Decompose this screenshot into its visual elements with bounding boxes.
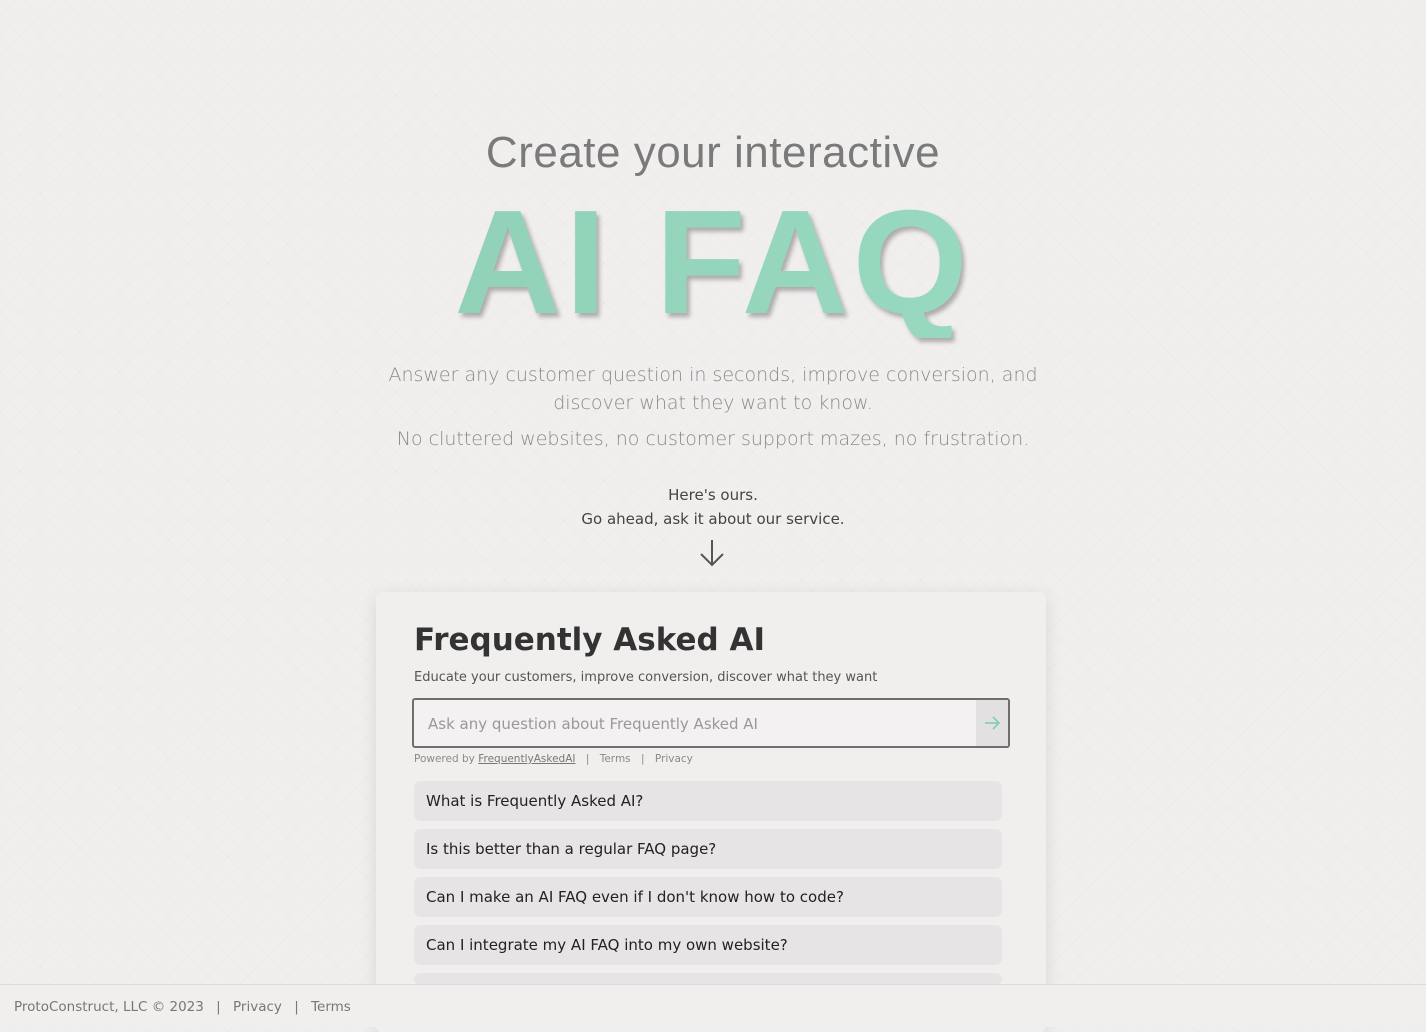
page-footer: ProtoConstruct, LLC © 2023 | Privacy | T… — [0, 984, 1426, 1027]
arrow-right-icon — [985, 716, 1001, 730]
demo-prompt-line-2: Go ahead, ask it about our service. — [581, 510, 845, 528]
separator: | — [216, 999, 221, 1015]
arrow-down-icon — [697, 537, 727, 569]
faq-question-item[interactable]: Is this better than a regular FAQ page? — [414, 829, 1002, 869]
faq-question-item[interactable]: What is Frequently Asked AI? — [414, 781, 1002, 821]
question-search-box — [412, 698, 1010, 748]
separator: | — [640, 753, 645, 765]
hero-tagline-secondary: No cluttered websites, no customer suppo… — [396, 428, 1030, 450]
powered-by-label: Powered by — [414, 753, 475, 765]
hero-title: AI FAQ — [0, 188, 1426, 338]
widget-terms-link[interactable]: Terms — [600, 753, 631, 765]
widget-subtitle: Educate your customers, improve conversi… — [414, 670, 878, 685]
powered-by-line: Powered by FrequentlyAskedAI | Terms | P… — [414, 753, 693, 765]
hero-tagline: Answer any customer question in seconds,… — [388, 364, 1038, 414]
widget-title: Frequently Asked AI — [414, 622, 766, 658]
faq-question-item[interactable]: Can I make an AI FAQ even if I don't kno… — [414, 877, 1002, 917]
faq-question-item[interactable]: Can I integrate my AI FAQ into my own we… — [414, 925, 1002, 965]
widget-privacy-link[interactable]: Privacy — [655, 753, 693, 765]
hero-subtitle: Create your interactive — [485, 128, 941, 177]
footer-copyright: ProtoConstruct, LLC © 2023 — [14, 999, 204, 1015]
powered-by-link[interactable]: FrequentlyAskedAI — [478, 753, 575, 765]
separator: | — [294, 999, 299, 1015]
demo-prompt-line-1: Here's ours. — [668, 486, 758, 504]
separator: | — [585, 753, 590, 765]
footer-privacy-link[interactable]: Privacy — [233, 999, 282, 1015]
question-input[interactable] — [426, 700, 970, 748]
footer-terms-link[interactable]: Terms — [311, 999, 351, 1015]
submit-question-button[interactable] — [976, 700, 1008, 746]
